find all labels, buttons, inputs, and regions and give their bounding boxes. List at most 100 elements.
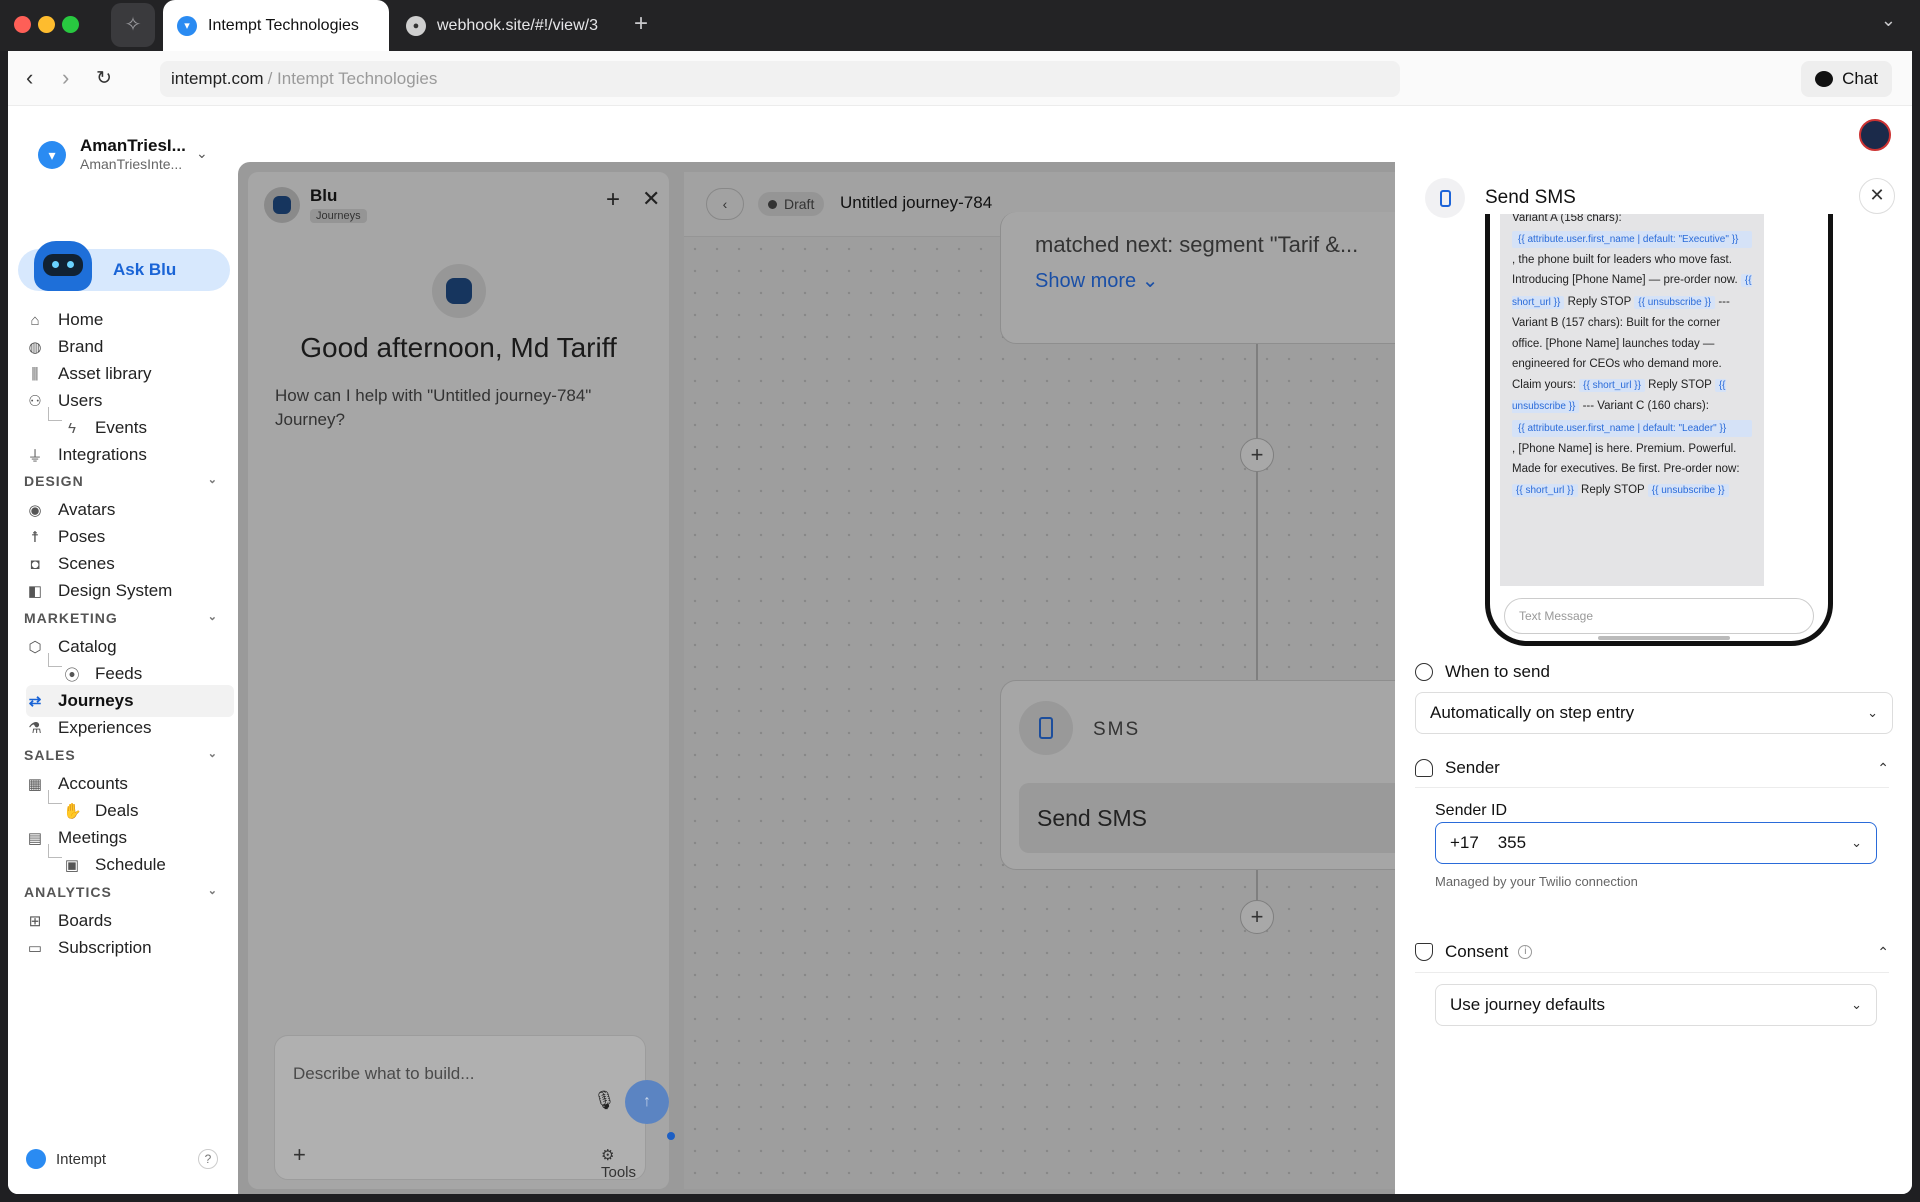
help-button[interactable]: ? <box>198 1149 218 1169</box>
add-step-button[interactable]: + <box>1240 438 1274 472</box>
add-step-button[interactable]: + <box>1240 900 1274 934</box>
close-window-button[interactable] <box>14 16 31 33</box>
section-label: SALES <box>24 747 76 763</box>
chat-label: Chat <box>1842 69 1878 88</box>
sms-variable-tag: {{ attribute.user.first_name | default: … <box>1512 419 1752 437</box>
microphone-icon[interactable]: 🎙 <box>593 1090 616 1111</box>
sender-id-select[interactable]: +17 355 ⌄ <box>1435 822 1877 864</box>
close-blu-icon[interactable]: ✕ <box>642 186 660 212</box>
new-chat-plus-icon[interactable]: + <box>606 186 620 214</box>
section-design[interactable]: DESIGN ⌄ <box>24 473 224 489</box>
minimize-window-button[interactable] <box>38 16 55 33</box>
grid-icon: ⊞ <box>28 913 42 930</box>
figure-icon: ☨ <box>30 529 40 546</box>
node-title: Send SMS <box>1037 805 1147 831</box>
sms-variable-tag: {{ attribute.user.first_name | default: … <box>1512 230 1752 248</box>
consent-select[interactable]: Use journey defaults ⌄ <box>1435 984 1877 1026</box>
sidebar-item-integrations[interactable]: ⏚ Integrations <box>26 439 234 471</box>
when-to-send-header: When to send <box>1415 662 1899 682</box>
workspace-name: AmanTriesI... <box>80 136 186 155</box>
info-icon[interactable]: i <box>1518 945 1533 959</box>
pin-icon[interactable]: ✧ <box>111 3 155 47</box>
composer-placeholder[interactable]: Describe what to build... <box>293 1064 474 1084</box>
sms-text: --- Variant B (157 chars): Built for the… <box>1512 295 1730 391</box>
section-label: DESIGN <box>24 473 84 489</box>
chevron-down-icon: ⌄ <box>1867 705 1878 720</box>
sidebar-item-subscription[interactable]: ▭ Subscription <box>26 932 234 964</box>
select-value: Automatically on step entry <box>1430 703 1635 722</box>
tab-intempt[interactable]: ▾ Intempt Technologies <box>163 0 389 51</box>
forward-button[interactable]: › <box>62 65 69 91</box>
text-message-input: Text Message <box>1504 598 1814 634</box>
sms-text: --- Variant C (160 chars): <box>1582 400 1709 412</box>
sidebar-item-label: Integrations <box>58 445 147 464</box>
tree-branch <box>48 653 62 667</box>
library-icon: ⫼ <box>31 365 39 383</box>
sidebar-item-experiences[interactable]: ⚗ Experiences <box>26 712 234 744</box>
sidebar-item-design-system[interactable]: ◧ Design System <box>26 575 234 607</box>
node-type-label: SMS <box>1093 719 1141 740</box>
blu-hero-avatar <box>432 264 486 318</box>
blu-panel: Blu Journeys + ✕ Good afternoon, Md Tari… <box>248 172 675 1189</box>
url-field[interactable]: intempt.com / Intempt Technologies <box>160 61 1400 97</box>
chevron-down-icon: ⌄ <box>207 611 218 623</box>
section-marketing[interactable]: MARKETING ⌄ <box>24 610 224 626</box>
show-more-button[interactable]: Show more ⌄ <box>1035 268 1158 293</box>
sidebar-item-label: Meetings <box>58 828 127 847</box>
journey-node-segment[interactable]: matched next: segment "Tarif &... Show m… <box>1000 212 1420 344</box>
when-to-send-select[interactable]: Automatically on step entry ⌄ <box>1415 692 1893 734</box>
reload-button[interactable]: ↻ <box>96 67 112 90</box>
sidebar-item-schedule[interactable]: ▣ Schedule <box>63 849 233 881</box>
maximize-window-button[interactable] <box>62 16 79 33</box>
avatar-circle-icon: ◉ <box>28 502 42 519</box>
sliders-icon: ⚙ <box>601 1147 615 1164</box>
consent-header[interactable]: Consent i ⌃ <box>1415 942 1889 962</box>
home-indicator <box>1598 636 1730 640</box>
tab-list-chevron-icon[interactable]: ⌄ <box>1881 10 1896 31</box>
back-chevron-button[interactable]: ‹ <box>706 188 744 220</box>
user-avatar[interactable] <box>1859 119 1891 151</box>
divider <box>1415 972 1889 973</box>
ask-blu-button[interactable]: Ask Blu <box>18 241 230 291</box>
journey-node-sms[interactable]: SMS Send SMS <box>1000 680 1421 870</box>
blu-greeting: Good afternoon, Md Tariff <box>300 332 617 363</box>
sms-text: , [Phone Name] is here. Premium. Powerfu… <box>1512 442 1740 476</box>
plug-icon: ⏚ <box>27 447 43 465</box>
chevron-down-icon: ⌄ <box>1851 997 1862 1012</box>
intempt-favicon-icon: ▾ <box>177 15 197 36</box>
section-analytics[interactable]: ANALYTICS ⌄ <box>24 884 224 900</box>
node-description: matched next: segment "Tarif &... <box>1035 232 1359 257</box>
url-domain: intempt.com <box>171 69 264 88</box>
tab-title: Intempt Technologies <box>208 16 359 34</box>
sidebar-item-label: Deals <box>95 801 139 820</box>
attach-plus-icon[interactable]: + <box>293 1142 306 1168</box>
sidebar-item-label: Feeds <box>95 664 143 683</box>
workspace-switcher[interactable]: ▾ AmanTriesI... AmanTriesInte... <box>38 137 186 173</box>
send-sms-panel: Send SMS ✕ Variant A (158 chars): {{ att… <box>1395 162 1912 1194</box>
tools-button[interactable]: ⚙ Tools <box>601 1146 645 1181</box>
url-rest: / Intempt Technologies <box>267 69 438 88</box>
chat-button[interactable]: Chat <box>1801 61 1892 97</box>
connector-line <box>1256 472 1258 680</box>
sms-variable-tag: {{ short_url }} <box>1579 378 1645 392</box>
sender-header[interactable]: Sender ⌃ <box>1415 758 1889 778</box>
back-button[interactable]: ‹ <box>26 65 33 91</box>
sms-preview-phone: Variant A (158 chars): {{ attribute.user… <box>1485 214 1833 646</box>
flask-icon: ⚗ <box>28 720 42 737</box>
route-icon: ⇄ <box>28 693 42 710</box>
chevron-up-icon: ⌃ <box>1877 759 1889 776</box>
close-icon[interactable]: ✕ <box>1859 178 1895 214</box>
tab-webhook[interactable]: ● webhook.site/#!/view/3 <box>400 0 630 51</box>
blu-composer[interactable]: Describe what to build... 🎙 ↑ + ⚙ Tools <box>274 1035 675 1181</box>
connector-line <box>1256 344 1258 438</box>
sms-text: Variant A (158 chars): <box>1512 214 1622 224</box>
sidebar-footer-brand[interactable]: Intempt <box>26 1149 106 1169</box>
workspace-chevron-icon[interactable]: ⌄ <box>196 145 208 162</box>
new-tab-button[interactable]: + <box>634 10 648 38</box>
panel-title: Send SMS <box>1485 187 1576 208</box>
status-label: Draft <box>784 196 815 212</box>
journey-title[interactable]: Untitled journey-784 <box>840 193 992 213</box>
send-button[interactable]: ↑ <box>625 1080 669 1124</box>
section-sales[interactable]: SALES ⌄ <box>24 747 224 763</box>
credit-card-icon: ▭ <box>27 940 43 957</box>
